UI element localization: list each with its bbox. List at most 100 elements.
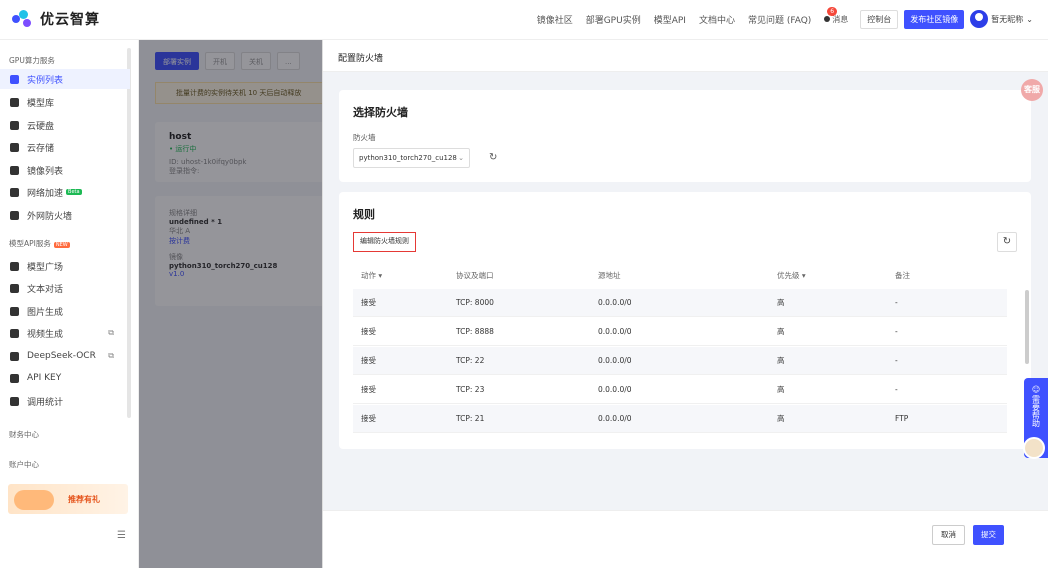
sidebar-item-text-chat[interactable]: 文本对话 — [0, 278, 130, 298]
console-button[interactable]: 控制台 — [860, 9, 899, 29]
sidebar-item-cloud-storage[interactable]: 云存储 — [0, 137, 130, 157]
image-stack-icon — [10, 165, 19, 175]
nav-link-docs[interactable]: 文档中心 — [699, 13, 735, 26]
sidebar-group-account[interactable]: 账户中心 — [9, 459, 39, 470]
sidebar-item-model-plaza[interactable]: 模型广场 — [0, 256, 130, 276]
shield-icon — [10, 210, 19, 220]
nav-link-faq[interactable]: 常见问题 (FAQ) — [748, 13, 811, 26]
list-icon — [10, 74, 19, 84]
folder-icon — [10, 142, 19, 152]
cell-port: TCP: 21 — [456, 414, 485, 423]
submit-button[interactable]: 提交 — [973, 525, 1004, 545]
sidebar-item-deepseek-ocr[interactable]: DeepSeek-OCR ⧉ — [0, 346, 130, 366]
sidebar-item-video-gen[interactable]: 视频生成 ⧉ — [0, 323, 130, 343]
cell-action: 接受 — [361, 327, 376, 336]
sidebar-item-label: 模型库 — [27, 98, 55, 109]
cell-priority: 高 — [777, 298, 785, 307]
sidebar-group-finance[interactable]: 财务中心 — [9, 429, 39, 440]
select-firewall-card: 选择防火墙 防火墙 python310_torch270_cu128 ⌄ ↻ — [339, 90, 1031, 182]
assistant-avatar-icon[interactable] — [1023, 437, 1045, 459]
key-icon — [10, 373, 19, 383]
cell-remark: FTP — [895, 414, 909, 423]
top-nav-bar: 优云智算 镜像社区 部署GPU实例 模型API 文档中心 常见问题 (FAQ) … — [0, 0, 1048, 40]
cell-priority: 高 — [777, 327, 785, 336]
cell-source: 0.0.0.0/0 — [598, 356, 632, 365]
new-badge: NEW — [53, 242, 70, 248]
sidebar-item-label: 视频生成 — [27, 329, 64, 340]
logo[interactable]: 优云智算 — [12, 9, 100, 29]
external-link-icon: ⧉ — [108, 351, 114, 360]
table-scrollbar[interactable] — [1025, 290, 1029, 364]
sidebar-item-image-gen[interactable]: 图片生成 — [0, 301, 130, 321]
filter-icon[interactable]: ▾ — [378, 271, 382, 280]
col-port: 协议及端口 — [456, 271, 494, 280]
user-menu[interactable]: 暂无昵称 ⌄ — [970, 10, 1033, 28]
cell-source: 0.0.0.0/0 — [598, 327, 632, 336]
sidebar-item-label: API KEY — [27, 373, 62, 383]
cancel-button[interactable]: 取消 — [932, 525, 965, 545]
column-header: 动作 — [361, 271, 376, 280]
edit-rules-button[interactable]: 编辑防火墙规则 — [353, 232, 416, 252]
cell-source: 0.0.0.0/0 — [598, 385, 632, 394]
sidebar-item-label: 镜像列表 — [27, 166, 64, 177]
publish-image-button[interactable]: 发布社区镜像 — [904, 9, 965, 29]
filter-icon[interactable]: ▾ — [802, 271, 806, 280]
app-root: 优云智算 镜像社区 部署GPU实例 模型API 文档中心 常见问题 (FAQ) … — [0, 0, 1048, 568]
cell-source: 0.0.0.0/0 — [598, 298, 632, 307]
referral-text: 推荐有礼 — [68, 495, 100, 504]
sidebar-item-network-accel[interactable]: 网络加速 Beta — [0, 182, 130, 202]
chevron-down-icon: ⌄ — [1026, 14, 1033, 24]
scan-icon — [10, 351, 19, 361]
customer-service-icon[interactable]: 客服 — [1021, 79, 1043, 101]
cell-action: 接受 — [361, 385, 376, 394]
logo-icon — [12, 9, 34, 29]
refresh-icon[interactable]: ↻ — [489, 152, 497, 163]
cell-port: TCP: 22 — [456, 356, 485, 365]
col-remark: 备注 — [895, 271, 910, 280]
firewall-drawer: 配置防火墙 选择防火墙 防火墙 python310_torch270_cu128… — [322, 40, 1048, 568]
gift-illustration-icon — [14, 490, 54, 510]
drawer-footer: 取消 提交 — [323, 510, 1048, 568]
nav-link-deploy-gpu[interactable]: 部署GPU实例 — [586, 13, 641, 26]
sidebar-item-cloud-disk[interactable]: 云硬盘 — [0, 115, 130, 135]
sidebar-item-firewall[interactable]: 外网防火墙 — [0, 205, 130, 225]
messages-button[interactable]: 6 消息 — [824, 6, 848, 25]
select-firewall-title: 选择防火墙 — [353, 106, 408, 119]
col-priority[interactable]: 优先级 ▾ — [777, 265, 806, 287]
cell-remark: - — [895, 356, 898, 365]
nav-link-model-api[interactable]: 模型API — [654, 13, 686, 26]
chevron-down-icon: ⌄ — [458, 154, 464, 162]
modal-overlay[interactable] — [139, 40, 322, 568]
chart-icon — [10, 396, 19, 406]
sidebar-group-api: 模型API服务 NEW — [9, 238, 70, 249]
cell-action: 接受 — [361, 414, 376, 423]
sidebar-item-images[interactable]: 镜像列表 — [0, 160, 130, 180]
cell-priority: 高 — [777, 414, 785, 423]
collapse-sidebar-icon[interactable]: ☰ — [117, 530, 126, 541]
cell-remark: - — [895, 327, 898, 336]
nav-link-image-community[interactable]: 镜像社区 — [537, 13, 573, 26]
cell-remark: - — [895, 298, 898, 307]
sidebar-item-instances[interactable]: 实例列表 — [0, 69, 130, 89]
firewall-select[interactable]: python310_torch270_cu128 ⌄ — [353, 148, 470, 168]
cell-action: 接受 — [361, 298, 376, 307]
sidebar-item-label: DeepSeek-OCR — [27, 351, 96, 361]
sidebar-item-label: 实例列表 — [27, 75, 64, 86]
col-action[interactable]: 动作 ▾ — [361, 265, 382, 287]
referral-banner[interactable]: 推荐有礼 — [8, 484, 128, 514]
col-source: 源地址 — [598, 271, 621, 280]
cell-action: 接受 — [361, 356, 376, 365]
rocket-icon — [10, 187, 19, 197]
refresh-rules-button[interactable]: ↻ — [997, 232, 1017, 252]
cell-priority: 高 — [777, 385, 785, 394]
sidebar-item-label: 图片生成 — [27, 307, 64, 318]
table-row: 接受 TCP: 21 0.0.0.0/0 高 FTP — [353, 405, 1007, 433]
sidebar: GPU算力服务 实例列表 模型库 云硬盘 云存储 镜像列表 网络加速 Beta 外… — [0, 40, 139, 568]
sidebar-item-label: 云存储 — [27, 143, 55, 154]
messages-badge: 6 — [827, 6, 838, 16]
rules-card: 规则 编辑防火墙规则 ↻ 动作 ▾ 协议及端口 源地址 优先级 ▾ 备注 接受 … — [339, 192, 1031, 449]
table-row: 接受 TCP: 8000 0.0.0.0/0 高 - — [353, 289, 1007, 317]
sidebar-item-model-lib[interactable]: 模型库 — [0, 92, 130, 112]
sidebar-item-api-key[interactable]: API KEY — [0, 368, 130, 388]
sidebar-item-usage-stats[interactable]: 调用统计 — [0, 391, 130, 411]
